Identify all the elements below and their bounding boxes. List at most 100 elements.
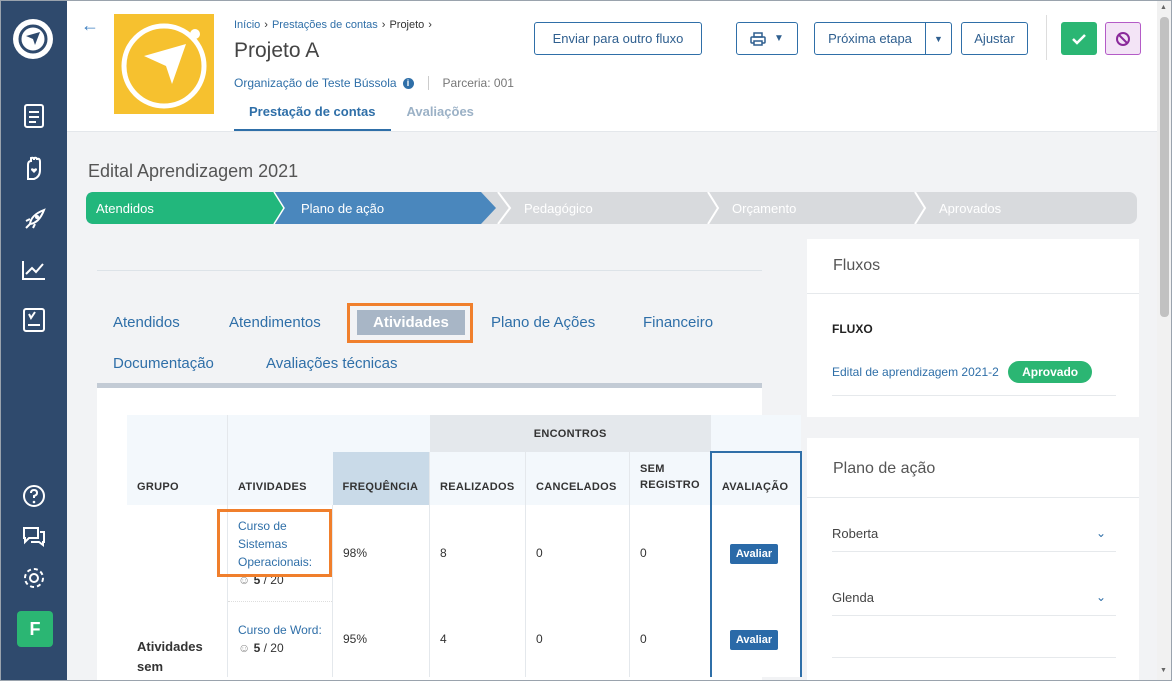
divider (427, 76, 429, 90)
column-header-avaliacao: AVALIAÇÃO (709, 451, 802, 505)
chart-line-icon[interactable] (19, 255, 49, 285)
tab-avaliacoes[interactable]: Avaliações (391, 101, 489, 131)
project-header: ← Início › Prestações de contas › Projeto › P… (67, 1, 1157, 132)
tab-avaliacoes-tecnicas[interactable]: Avaliações técnicas (266, 355, 397, 372)
check-icon (1072, 33, 1086, 45)
tab-atendimentos[interactable]: Atendimentos (229, 314, 321, 331)
gear-icon[interactable] (19, 563, 49, 593)
plan-item-label: Roberta (832, 526, 879, 541)
tab-atendidos[interactable]: Atendidos (113, 314, 180, 331)
scroll-up-arrow-icon[interactable]: ▲ (1160, 4, 1167, 11)
sem-registro-cell: 0 (628, 601, 711, 677)
app-window: F ← Início › Prestações de contas › Projeto ›… (0, 0, 1172, 681)
flow-link[interactable]: Edital de aprendizagem 2021-2 (832, 365, 999, 379)
scroll-down-arrow-icon[interactable]: ▼ (1160, 667, 1167, 674)
divider (97, 270, 762, 271)
step-aprovados[interactable]: Aprovados (939, 201, 1001, 216)
breadcrumb: Início › Prestações de contas › Projeto › (234, 19, 432, 31)
organization-link[interactable]: Organização de Teste Bússola (234, 76, 397, 90)
chat-icon[interactable] (19, 521, 49, 551)
breadcrumb-current: Projeto (389, 19, 425, 31)
progress-stepper: Atendidos Plano de ação Pedagógico Orçam… (86, 192, 1137, 224)
divider (807, 497, 1139, 498)
step-orcamento[interactable]: Orçamento (732, 201, 796, 216)
action-plan-title: Plano de ação (833, 460, 936, 477)
rocket-icon[interactable] (19, 205, 49, 235)
chevron-down-icon: ▼ (774, 33, 784, 44)
breadcrumb-home[interactable]: Início (234, 19, 260, 31)
action-plan-panel: Plano de ação Roberta ⌄ Glenda ⌄ (807, 438, 1139, 680)
next-step-button[interactable]: Próxima etapa (814, 22, 926, 55)
divider (1046, 15, 1047, 60)
caret-down-icon: ▼ (934, 33, 943, 44)
realizados-cell: 8 (429, 505, 526, 601)
flow-column-header: FLUXO (832, 322, 873, 336)
activity-cell: Curso de Word: ☺ 5 / 20 (227, 601, 333, 677)
cancel-button[interactable] (1105, 22, 1141, 55)
plan-item-label: Glenda (832, 590, 874, 605)
project-logo (114, 14, 214, 114)
print-button[interactable]: ▼ (736, 22, 798, 55)
sidebar: F (1, 1, 67, 680)
edital-title: Edital Aprendizagem 2021 (88, 161, 299, 181)
plan-item-empty[interactable] (832, 634, 1116, 658)
evaluate-button[interactable]: Avaliar (729, 544, 779, 564)
header-tabs: Prestação de contas Avaliações (234, 101, 490, 131)
evaluate-button[interactable]: Avaliar (729, 630, 779, 650)
avatar[interactable]: F (17, 611, 53, 647)
adjust-button[interactable]: Ajustar (961, 22, 1028, 55)
column-header-cancelados: CANCELADOS (525, 452, 630, 505)
back-arrow-icon[interactable]: ← (81, 15, 99, 36)
send-to-flow-button[interactable]: Enviar para outro fluxo (534, 22, 702, 55)
divider (807, 293, 1139, 294)
breadcrumb-accounts[interactable]: Prestações de contas (272, 19, 378, 31)
step-plano-de-acao[interactable]: Plano de ação (301, 201, 384, 216)
encontros-group-header: ENCONTROS (429, 415, 711, 452)
plan-item-roberta[interactable]: Roberta ⌄ (832, 526, 1116, 552)
column-header-atividades: ATIVIDADES (227, 415, 333, 505)
approve-button[interactable] (1061, 22, 1097, 55)
realizados-cell: 4 (429, 601, 526, 677)
chevron-down-icon: ⌄ (1095, 590, 1106, 604)
scrollbar-thumb[interactable] (1160, 17, 1169, 317)
next-step-dropdown[interactable]: ▼ (925, 22, 952, 55)
activity-link[interactable]: Curso de Word: (238, 621, 322, 639)
cancelados-cell: 0 (525, 505, 630, 601)
highlight-box (217, 509, 332, 577)
participants-count: ☺ 5 / 20 (238, 641, 284, 656)
highlight-box (347, 303, 473, 343)
step-pedagogico[interactable]: Pedagógico (524, 201, 593, 216)
avaliacao-cell: Avaliar (709, 505, 802, 601)
partnership-label: Parceria: 001 (442, 76, 514, 90)
help-icon[interactable] (19, 481, 49, 511)
flows-title: Fluxos (833, 257, 881, 274)
ban-icon (1116, 31, 1130, 46)
page-title: Projeto A (234, 39, 320, 62)
board-icon[interactable] (19, 305, 49, 335)
user-icon: ☺ (238, 641, 251, 656)
tab-prestacao-de-contas[interactable]: Prestação de contas (234, 101, 392, 131)
sem-registro-cell: 0 (628, 505, 711, 601)
step-atendidos[interactable]: Atendidos (96, 201, 154, 216)
logo-icon[interactable] (13, 19, 53, 59)
printer-icon (750, 31, 766, 46)
organization-line: Organização de Teste Bússola i Parceria:… (234, 76, 514, 90)
plan-item-glenda[interactable]: Glenda ⌄ (832, 590, 1116, 616)
page-scrollbar[interactable]: ▲ ▼ (1157, 1, 1171, 680)
column-header-frequencia: FREQUÊNCIA (332, 452, 430, 505)
column-header-grupo: GRUPO (127, 415, 228, 505)
flows-panel: Fluxos FLUXO Edital de aprendizagem 2021… (807, 239, 1139, 417)
info-icon[interactable]: i (402, 77, 414, 89)
frequency-cell: 95% (332, 601, 430, 677)
column-header-realizados: REALIZADOS (429, 452, 526, 505)
document-icon[interactable] (19, 101, 49, 131)
cancelados-cell: 0 (525, 601, 630, 677)
column-header-sem-registro: SEM REGISTRO (628, 452, 711, 505)
status-badge: Aprovado (1008, 361, 1093, 383)
tab-financeiro[interactable]: Financeiro (643, 314, 713, 331)
chevron-down-icon: ⌄ (1095, 526, 1106, 540)
hand-heart-icon[interactable] (19, 153, 49, 183)
group-label: Atividades sem (137, 639, 203, 674)
tab-plano-de-acoes[interactable]: Plano de Ações (491, 314, 595, 331)
tab-documentacao[interactable]: Documentação (113, 355, 214, 372)
